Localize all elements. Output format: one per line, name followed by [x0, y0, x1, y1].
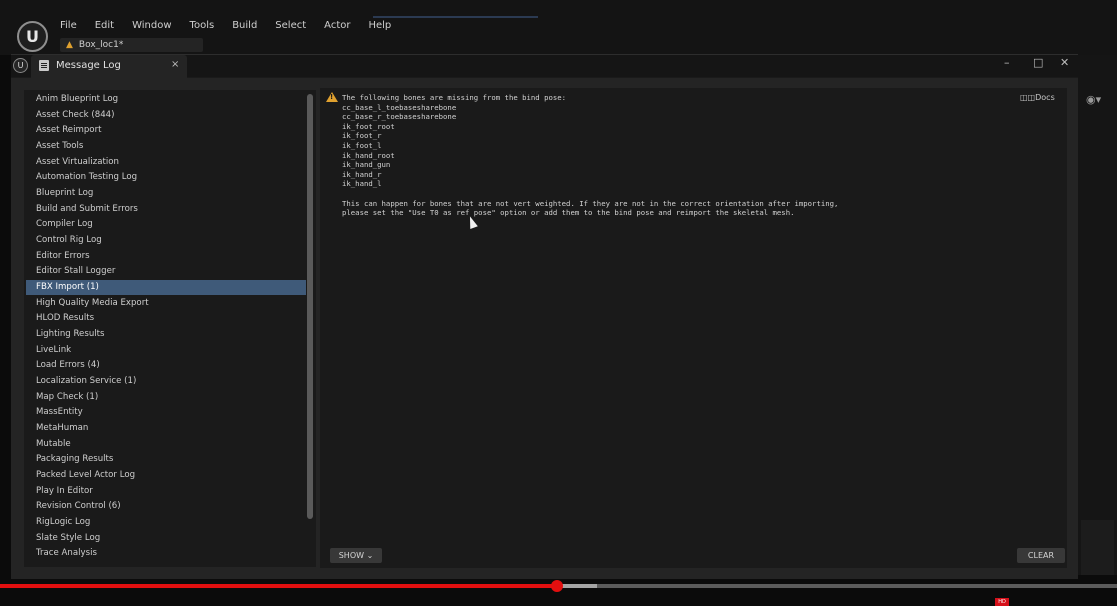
message-line: cc_base_l_toebasesharebone — [342, 102, 457, 112]
message-line: please set the "Use T0 as ref pose" opti… — [342, 208, 795, 218]
message-line: This can happen for bones that are not v… — [342, 198, 839, 208]
close-button[interactable]: ✕ — [1060, 56, 1069, 69]
video-progress-buffered — [557, 584, 597, 588]
video-progress-knob[interactable] — [551, 580, 563, 592]
editor-top-bar: U File Edit Window Tools Build Select Ac… — [0, 0, 1117, 55]
message-text: The following bones are missing from the… — [342, 93, 838, 218]
category-item[interactable]: Build and Submit Errors — [26, 202, 306, 217]
message-line: ik_hand_r — [342, 169, 382, 179]
category-item[interactable]: Lighting Results — [26, 327, 306, 342]
category-item[interactable]: Revision Control (6) — [26, 499, 306, 514]
category-item[interactable]: Packaging Results — [26, 452, 306, 467]
category-item[interactable]: Localization Service (1) — [26, 374, 306, 389]
category-item[interactable]: High Quality Media Export — [26, 296, 306, 311]
message-line: cc_base_r_toebasesharebone — [342, 112, 457, 122]
message-line: ik_foot_l — [342, 140, 382, 150]
level-warning-icon: ▲ — [66, 40, 73, 50]
tab-close-icon[interactable]: × — [171, 59, 179, 70]
message-line: ik_hand_root — [342, 150, 395, 160]
message-log-window: U Message Log × – □ ✕ Anim Blueprint Log… — [11, 54, 1078, 579]
tab-message-log[interactable]: Message Log × — [31, 55, 187, 78]
category-list: Anim Blueprint Log Asset Check (844) Ass… — [24, 90, 316, 567]
menu-tools[interactable]: Tools — [190, 20, 215, 36]
message-line: ik_foot_r — [342, 131, 382, 141]
category-item[interactable]: Blueprint Log — [26, 186, 306, 201]
editor-right-side: ◉▾ — [1078, 55, 1117, 575]
message-line: ik_hand_gun — [342, 160, 391, 170]
category-item[interactable]: Editor Errors — [26, 249, 306, 264]
minimize-button[interactable]: – — [1004, 56, 1010, 69]
menu-file[interactable]: File — [60, 20, 77, 36]
main-menu-bar: File Edit Window Tools Build Select Acto… — [60, 20, 409, 36]
message-line: ik_foot_root — [342, 121, 395, 131]
category-item[interactable]: HLOD Results — [26, 311, 306, 326]
category-item[interactable]: Mutable — [26, 437, 306, 452]
category-item[interactable]: Anim Blueprint Log — [26, 92, 306, 107]
hd-badge-icon: HD — [995, 598, 1009, 606]
category-item[interactable]: Map Check (1) — [26, 390, 306, 405]
unreal-small-logo-icon: U — [13, 58, 28, 73]
clear-button[interactable]: CLEAR — [1017, 548, 1065, 563]
category-item[interactable]: Load Errors (4) — [26, 358, 306, 373]
category-item[interactable]: Editor Stall Logger — [26, 264, 306, 279]
eye-icon[interactable]: ◉▾ — [1086, 93, 1101, 106]
category-item[interactable]: Asset Reimport — [26, 123, 306, 138]
editor-right-lower — [1081, 520, 1114, 575]
chevron-down-icon: ⌄ — [366, 551, 374, 560]
message-log-icon — [39, 60, 49, 71]
category-item[interactable]: Asset Tools — [26, 139, 306, 154]
category-item[interactable]: Slate Style Log — [26, 531, 306, 546]
menu-help[interactable]: Help — [368, 20, 391, 36]
level-tab-label: Box_loc1* — [78, 40, 124, 50]
menu-build[interactable]: Build — [232, 20, 257, 36]
maximize-button[interactable]: □ — [1033, 56, 1043, 69]
category-item[interactable]: Asset Virtualization — [26, 155, 306, 170]
window-titlebar: U Message Log × – □ ✕ — [11, 55, 1078, 78]
message-line: The following bones are missing from the… — [342, 93, 567, 102]
unreal-logo-icon[interactable]: U — [17, 21, 48, 52]
video-progress-played — [0, 584, 557, 588]
category-item[interactable]: Compiler Log — [26, 217, 306, 232]
category-item[interactable]: Control Rig Log — [26, 233, 306, 248]
category-item[interactable]: Trace Analysis — [26, 546, 306, 561]
message-line — [342, 189, 838, 199]
category-item-selected[interactable]: FBX Import (1) — [26, 280, 306, 295]
category-item[interactable]: Automation Testing Log — [26, 170, 306, 185]
message-panel: ! The following bones are missing from t… — [320, 88, 1067, 568]
category-item[interactable]: Packed Level Actor Log — [26, 468, 306, 483]
top-strip — [373, 16, 538, 18]
menu-actor[interactable]: Actor — [324, 20, 350, 36]
show-label: SHOW — [338, 551, 365, 560]
show-button[interactable]: SHOW ⌄ — [330, 548, 382, 563]
warning-icon: ! — [326, 92, 338, 102]
category-scrollbar[interactable] — [307, 94, 313, 519]
category-item[interactable]: MetaHuman — [26, 421, 306, 436]
category-item[interactable]: MassEntity — [26, 405, 306, 420]
message-line: ik_hand_l — [342, 179, 382, 189]
level-tab[interactable]: ▲ Box_loc1* — [60, 38, 203, 52]
category-item[interactable]: LiveLink — [26, 343, 306, 358]
category-item[interactable]: Asset Check (844) — [26, 108, 306, 123]
docs-label: Docs — [1035, 93, 1055, 102]
menu-select[interactable]: Select — [275, 20, 306, 36]
tab-label: Message Log — [56, 60, 121, 71]
docs-icon: ◫◫ — [1020, 93, 1036, 102]
category-item[interactable]: RigLogic Log — [26, 515, 306, 530]
menu-edit[interactable]: Edit — [95, 20, 114, 36]
menu-window[interactable]: Window — [132, 20, 171, 36]
video-controls — [0, 592, 1117, 606]
category-item[interactable]: Play In Editor — [26, 484, 306, 499]
docs-button[interactable]: ◫◫Docs — [1020, 93, 1055, 102]
